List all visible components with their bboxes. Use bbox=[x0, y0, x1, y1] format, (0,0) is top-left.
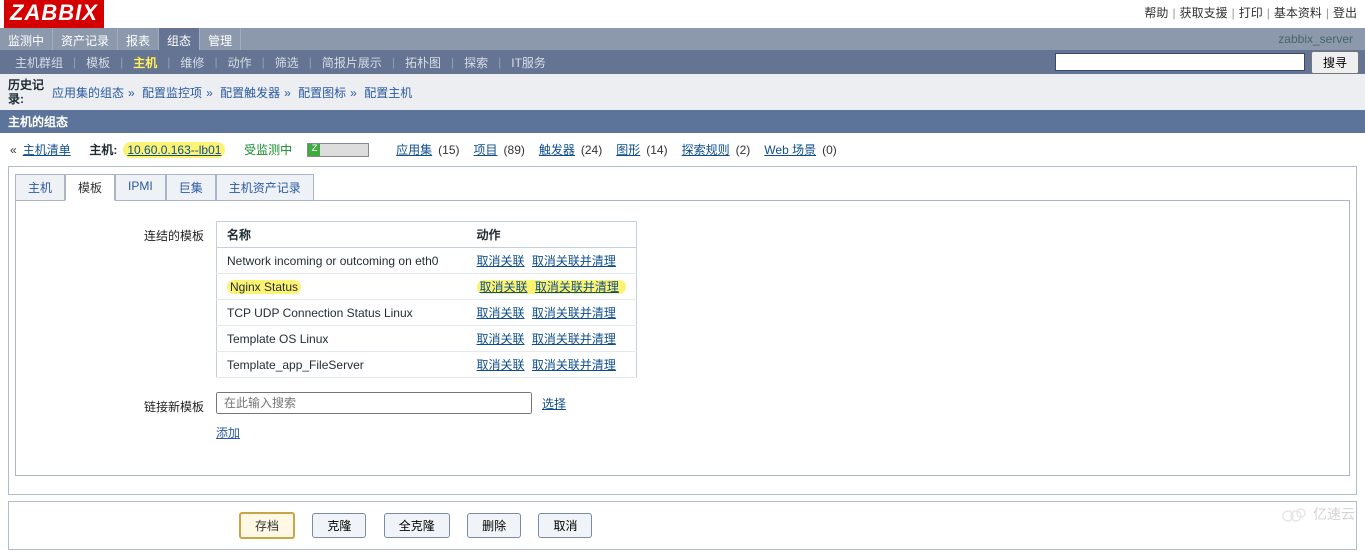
link-support[interactable]: 获取支援 bbox=[1180, 4, 1228, 21]
host-label: 主机: bbox=[89, 141, 117, 158]
section-title: 主机的组态 bbox=[0, 110, 1365, 133]
crumb-0[interactable]: 应用集的组态 bbox=[52, 86, 124, 100]
server-name: zabbix_server bbox=[1278, 28, 1365, 50]
link-new-template-label: 链接新模板 bbox=[116, 392, 216, 415]
count-web-n: (0) bbox=[822, 143, 837, 157]
nav1-configuration[interactable]: 组态 bbox=[159, 28, 200, 50]
template-name-cell: Nginx Status bbox=[217, 274, 467, 300]
nav2-templates[interactable]: 模板 bbox=[77, 50, 119, 75]
nav2-hosts[interactable]: 主机 bbox=[124, 50, 166, 75]
tab-host[interactable]: 主机 bbox=[15, 174, 65, 201]
count-items-n: (89) bbox=[504, 143, 525, 157]
unlink-link[interactable]: 取消关联 bbox=[477, 332, 525, 346]
tab-inventory[interactable]: 主机资产记录 bbox=[216, 174, 314, 201]
th-name: 名称 bbox=[217, 222, 467, 248]
table-row: TCP UDP Connection Status Linux 取消关联 取消关联… bbox=[217, 300, 637, 326]
unlink-link[interactable]: 取消关联 bbox=[477, 358, 525, 372]
tab-templates[interactable]: 模板 bbox=[65, 174, 115, 201]
count-items[interactable]: 项目 bbox=[474, 141, 498, 158]
table-row: Network incoming or outcoming on eth0 取消关… bbox=[217, 248, 637, 274]
linked-templates-table: 名称动作 Network incoming or outcoming on et… bbox=[216, 221, 637, 378]
form-actions: 存档 克隆 全克隆 删除 取消 bbox=[8, 501, 1357, 550]
host-summary-row: « 主机清单 主机: 10.60.0.163--lb01 受监测中 Z 应用集 … bbox=[0, 133, 1365, 166]
watermark: 亿速云 bbox=[1281, 504, 1355, 524]
global-search-button[interactable]: 搜寻 bbox=[1311, 51, 1359, 74]
tab-macros[interactable]: 巨集 bbox=[166, 174, 216, 201]
count-triggers[interactable]: 触发器 bbox=[539, 141, 575, 158]
breadcrumb: 历史记录: 应用集的组态» 配置监控项» 配置触发器» 配置图标» 配置主机 bbox=[0, 74, 1365, 110]
nav1-inventory[interactable]: 资产记录 bbox=[53, 28, 118, 50]
clone-button[interactable]: 克隆 bbox=[312, 513, 366, 538]
back-host-list[interactable]: 主机清单 bbox=[23, 141, 71, 158]
nav2-slideshows[interactable]: 简报片展示 bbox=[313, 50, 391, 75]
unlink-clear-link[interactable]: 取消关联并清理 bbox=[532, 358, 616, 372]
zabbix-logo: ZABBIX bbox=[4, 0, 104, 28]
top-utility-links: 帮助| 获取支援| 打印| 基本资料| 登出 bbox=[1144, 0, 1357, 21]
host-tabs: 主机 模板 IPMI 巨集 主机资产记录 bbox=[15, 173, 1350, 200]
global-search-input[interactable] bbox=[1055, 53, 1305, 71]
count-applications[interactable]: 应用集 bbox=[396, 141, 432, 158]
unlink-clear-link[interactable]: 取消关联并清理 bbox=[532, 306, 616, 320]
th-action: 动作 bbox=[467, 222, 637, 248]
unlink-clear-link[interactable]: 取消关联并清理 bbox=[535, 280, 619, 294]
nav2-maps[interactable]: 拓朴图 bbox=[396, 50, 450, 75]
link-print[interactable]: 打印 bbox=[1239, 4, 1263, 21]
template-search-input[interactable] bbox=[216, 392, 532, 414]
count-discovery-n: (2) bbox=[736, 143, 751, 157]
cancel-button[interactable]: 取消 bbox=[538, 513, 592, 538]
host-name-link[interactable]: 10.60.0.163--lb01 bbox=[127, 143, 221, 157]
nav1-administration[interactable]: 管理 bbox=[200, 28, 241, 50]
count-discovery[interactable]: 探索规则 bbox=[682, 141, 730, 158]
template-name-cell: Template_app_FileServer bbox=[217, 352, 467, 378]
history-label: 历史记录: bbox=[8, 78, 52, 106]
count-graphs-n: (14) bbox=[646, 143, 667, 157]
delete-button[interactable]: 删除 bbox=[467, 513, 521, 538]
link-logout[interactable]: 登出 bbox=[1333, 4, 1357, 21]
link-help[interactable]: 帮助 bbox=[1144, 4, 1168, 21]
count-graphs[interactable]: 图形 bbox=[616, 141, 640, 158]
save-button[interactable]: 存档 bbox=[239, 512, 295, 539]
link-profile[interactable]: 基本资料 bbox=[1274, 4, 1322, 21]
table-row: Nginx Status 取消关联 取消关联并清理 bbox=[217, 274, 637, 300]
count-web[interactable]: Web 场景 bbox=[764, 141, 816, 158]
template-name-cell: Network incoming or outcoming on eth0 bbox=[217, 248, 467, 274]
unlink-link[interactable]: 取消关联 bbox=[480, 280, 528, 294]
template-name-cell: Template OS Linux bbox=[217, 326, 467, 352]
nav2-itservice[interactable]: IT服务 bbox=[502, 50, 555, 75]
unlink-clear-link[interactable]: 取消关联并清理 bbox=[532, 332, 616, 346]
template-select-link[interactable]: 选择 bbox=[542, 395, 566, 412]
linked-templates-label: 连结的模板 bbox=[116, 221, 216, 244]
nav2-hostgroups[interactable]: 主机群组 bbox=[6, 50, 72, 75]
table-row: Template_app_FileServer 取消关联 取消关联并清理 bbox=[217, 352, 637, 378]
unlink-link[interactable]: 取消关联 bbox=[477, 306, 525, 320]
tab-ipmi[interactable]: IPMI bbox=[115, 174, 166, 201]
count-triggers-n: (24) bbox=[581, 143, 602, 157]
crumb-1[interactable]: 配置监控项 bbox=[142, 86, 202, 100]
unlink-link[interactable]: 取消关联 bbox=[477, 254, 525, 268]
crumb-4[interactable]: 配置主机 bbox=[364, 86, 412, 100]
unlink-clear-link[interactable]: 取消关联并清理 bbox=[532, 254, 616, 268]
table-row: Template OS Linux 取消关联 取消关联并清理 bbox=[217, 326, 637, 352]
nav2-actions[interactable]: 动作 bbox=[219, 50, 261, 75]
template-name-cell: TCP UDP Connection Status Linux bbox=[217, 300, 467, 326]
nav1-reports[interactable]: 报表 bbox=[118, 28, 159, 50]
count-applications-n: (15) bbox=[438, 143, 459, 157]
template-add-link[interactable]: 添加 bbox=[216, 424, 566, 441]
crumb-2[interactable]: 配置触发器 bbox=[220, 86, 280, 100]
nav2-screens[interactable]: 筛选 bbox=[266, 50, 308, 75]
nav2-discovery[interactable]: 探索 bbox=[455, 50, 497, 75]
availability-indicator: Z bbox=[307, 143, 369, 157]
nav1-monitoring[interactable]: 监测中 bbox=[0, 28, 53, 50]
sub-nav: 主机群组| 模板| 主机| 维修| 动作| 筛选| 简报片展示| 拓朴图| 探索… bbox=[0, 50, 1365, 74]
main-nav: 监测中 资产记录 报表 组态 管理 zabbix_server bbox=[0, 28, 1365, 50]
nav2-maintenance[interactable]: 维修 bbox=[171, 50, 213, 75]
crumb-3[interactable]: 配置图标 bbox=[298, 86, 346, 100]
full-clone-button[interactable]: 全克隆 bbox=[384, 513, 450, 538]
monitored-status: 受监测中 bbox=[244, 141, 292, 158]
